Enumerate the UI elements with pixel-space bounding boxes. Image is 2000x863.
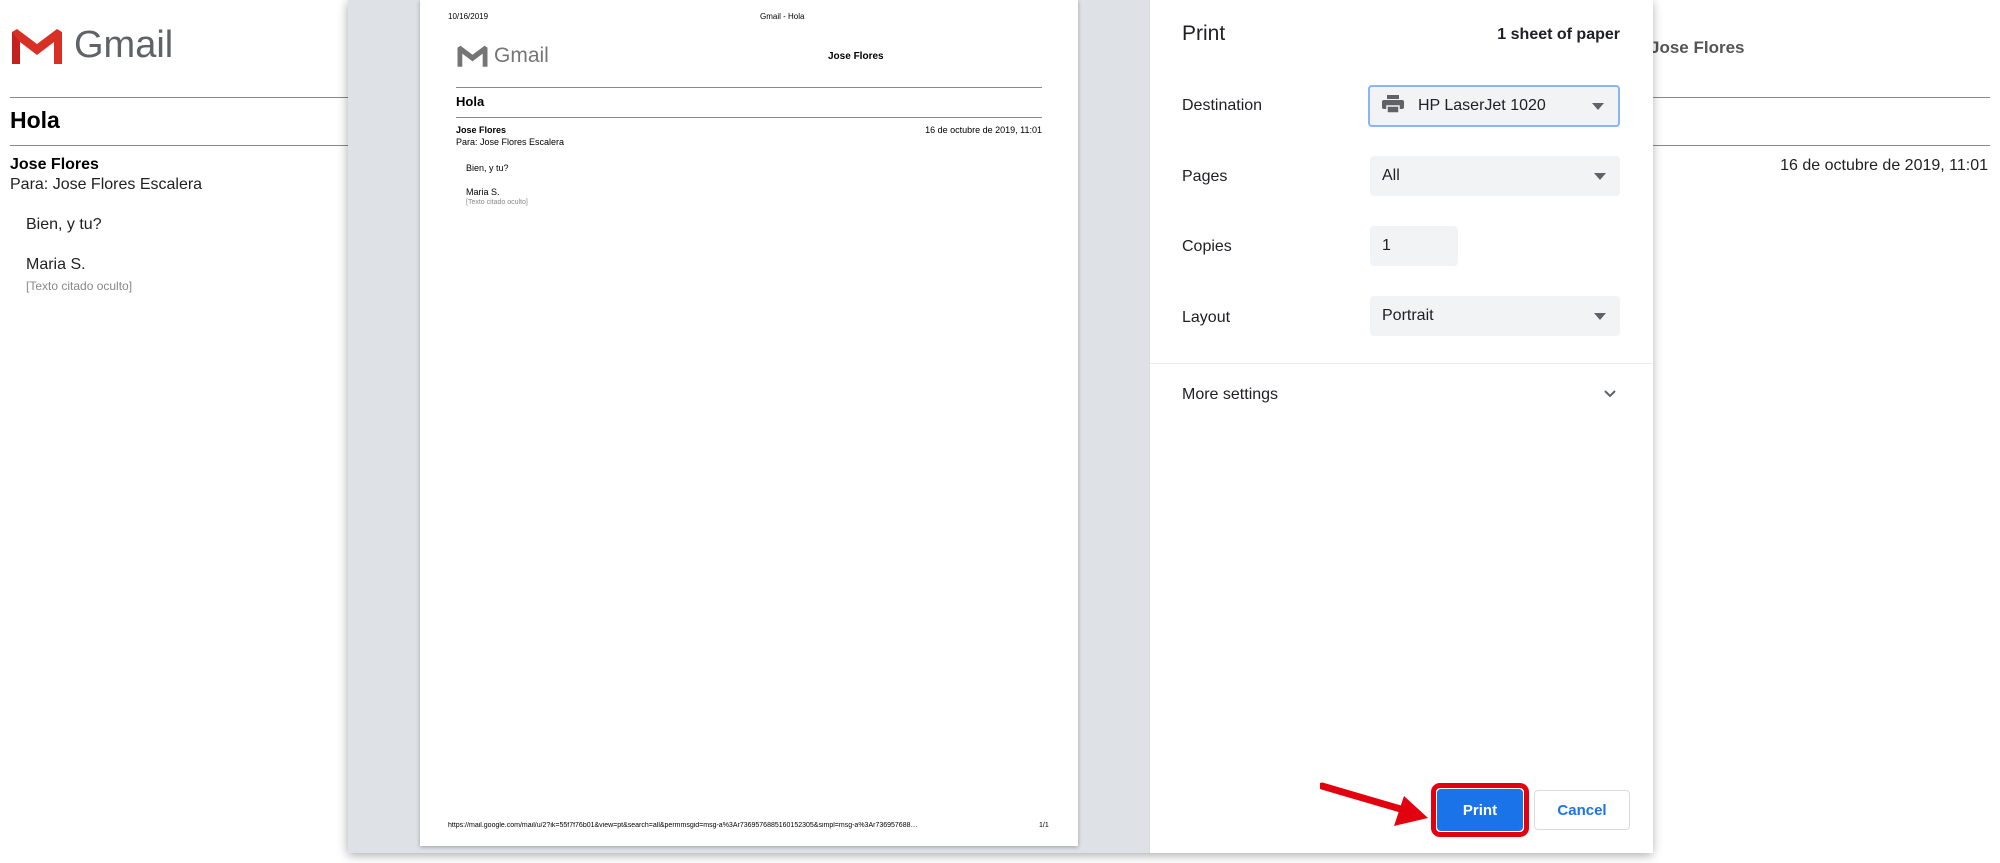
layout-select[interactable]: Portrait	[1370, 296, 1620, 336]
chevron-down-icon	[1602, 386, 1618, 407]
dropdown-arrow-icon	[1592, 103, 1604, 110]
quoted-text-toggle[interactable]: [Texto citado oculto]	[26, 279, 132, 293]
preview-account-name: Jose Flores	[828, 51, 884, 62]
pages-value: All	[1382, 167, 1400, 184]
layout-label: Layout	[1182, 309, 1231, 326]
print-dialog-title: Print	[1182, 22, 1226, 45]
preview-sender: Jose Flores	[456, 125, 507, 135]
more-settings-toggle[interactable]: More settings	[1182, 380, 1622, 412]
preview-signature: Maria S.	[466, 187, 500, 197]
email-subject: Hola	[10, 107, 60, 133]
more-settings-label: More settings	[1182, 386, 1279, 403]
preview-date: 16 de octubre de 2019, 11:01	[925, 125, 1042, 135]
dropdown-arrow-icon	[1594, 313, 1606, 320]
layout-value: Portrait	[1382, 307, 1434, 324]
preview-page-number: 1/1	[1039, 822, 1049, 829]
sheet-count: 1 sheet of paper	[1497, 26, 1620, 43]
account-name: Jose Flores	[1650, 38, 1745, 57]
print-preview-page: 10/16/2019 Gmail - Hola Gmail Jose Flore…	[420, 0, 1078, 846]
destination-value: HP LaserJet 1020	[1418, 97, 1546, 114]
copies-input[interactable]: 1	[1370, 226, 1458, 266]
printer-icon	[1382, 94, 1404, 118]
email-body-line: Bien, y tu?	[26, 216, 102, 233]
divider	[1150, 363, 1652, 364]
destination-label: Destination	[1182, 97, 1263, 114]
gmail-logo-icon	[456, 44, 489, 73]
gmail-logo-icon	[10, 26, 64, 66]
email-sender: Jose Flores	[10, 156, 99, 173]
destination-select[interactable]: HP LaserJet 1020	[1368, 85, 1620, 127]
dropdown-arrow-icon	[1594, 173, 1606, 180]
print-button[interactable]: Print	[1437, 789, 1523, 831]
gmail-brand: Gmail	[74, 24, 174, 66]
preview-body-line: Bien, y tu?	[466, 163, 509, 173]
divider	[456, 87, 1042, 88]
copies-label: Copies	[1182, 238, 1232, 255]
preview-quoted-text: [Texto citado oculto]	[466, 199, 528, 206]
preview-subject: Hola	[456, 94, 485, 109]
divider	[456, 117, 1042, 118]
pages-label: Pages	[1182, 168, 1228, 185]
preview-header-title: Gmail - Hola	[760, 12, 805, 21]
email-recipient: Para: Jose Flores Escalera	[10, 176, 203, 193]
annotation-arrow-icon	[1318, 782, 1432, 831]
preview-brand: Gmail	[494, 44, 549, 67]
cancel-button[interactable]: Cancel	[1534, 790, 1630, 830]
print-settings-panel	[1149, 0, 1653, 853]
preview-footer-url: https://mail.google.com/mail/u/2?ik=55f7…	[448, 822, 918, 829]
pages-select[interactable]: All	[1370, 156, 1620, 196]
preview-header-date: 10/16/2019	[448, 12, 489, 21]
email-signature: Maria S.	[26, 256, 86, 273]
preview-recipient: Para: Jose Flores Escalera	[456, 137, 565, 147]
email-date: 16 de octubre de 2019, 11:01	[1780, 157, 1988, 174]
